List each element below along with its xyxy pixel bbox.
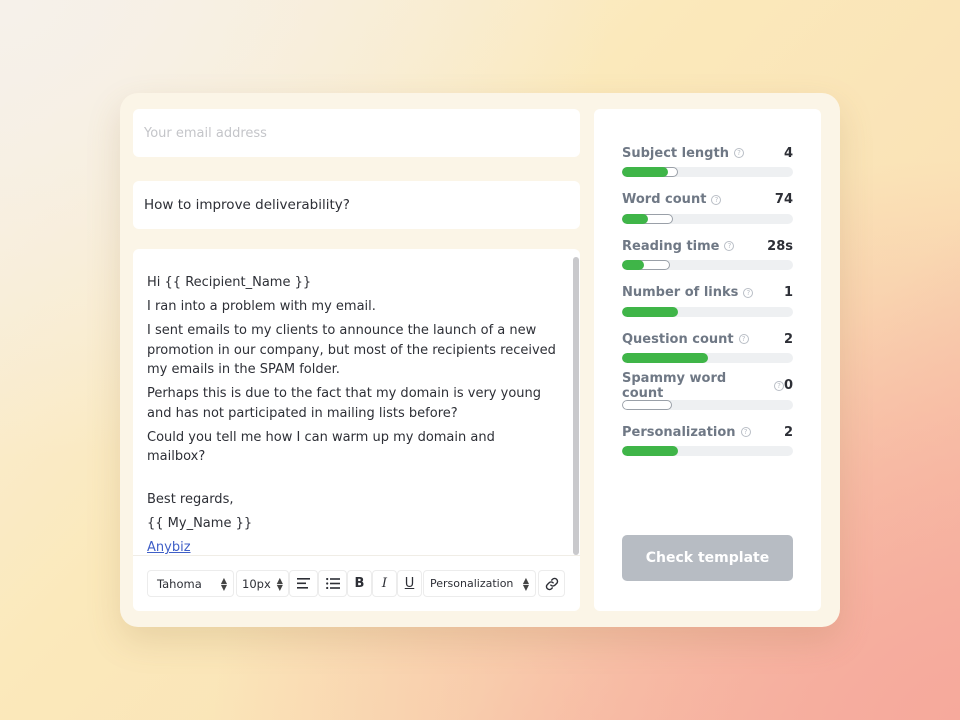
bullet-list-button[interactable] — [318, 570, 347, 597]
help-icon[interactable]: ? — [740, 427, 751, 437]
bold-button[interactable]: B — [347, 570, 372, 597]
body-signoff: Best regards, — [147, 492, 234, 507]
help-icon[interactable]: ? — [774, 380, 784, 391]
help-icon[interactable]: ? — [711, 194, 722, 205]
personalization-value: Personalization — [430, 577, 514, 590]
body-line: Perhaps this is due to the fact that my … — [147, 386, 542, 421]
select-arrows-icon: ▲ ▼ — [220, 575, 227, 592]
body-signature-name: {{ My_Name }} — [147, 516, 253, 531]
metric-progress-bar — [622, 399, 793, 410]
email-field[interactable] — [133, 109, 580, 157]
body-line: I sent emails to my clients to announce … — [147, 323, 556, 377]
metric-value: 0 — [783, 378, 793, 393]
metric-label: Personalization — [622, 424, 736, 440]
email-body-editor[interactable]: Hi {{ Recipient_Name }} I ran into a pro… — [133, 249, 580, 611]
underline-icon: U — [404, 576, 415, 591]
help-icon[interactable]: ? — [733, 148, 744, 158]
personalization-select[interactable]: Personalization ▲ ▼ — [423, 570, 536, 597]
body-greeting: Hi {{ Recipient_Name }} — [147, 275, 312, 290]
metric-label: Word count — [622, 192, 707, 207]
metric-item: Question count? 2 — [622, 330, 793, 363]
metric-item: Spammy word count? 0 — [622, 371, 793, 410]
metric-label: Question count — [622, 331, 734, 347]
metric-value: 2 — [783, 331, 793, 347]
company-link[interactable]: Anybiz — [147, 540, 191, 555]
metric-value: 1 — [783, 285, 793, 300]
body-line: Could you tell me how I can warm up my d… — [147, 429, 495, 465]
progress-fill — [622, 306, 678, 317]
metric-item: Personalization? 2 — [622, 423, 793, 456]
align-left-button[interactable] — [289, 570, 318, 597]
metric-progress-bar — [622, 213, 793, 224]
metric-label: Reading time — [622, 238, 720, 254]
subject-field[interactable]: How to improve deliverability? — [133, 181, 580, 229]
metric-item: Reading time? 28s — [622, 237, 793, 270]
help-icon[interactable]: ? — [724, 241, 735, 251]
email-body[interactable]: Hi {{ Recipient_Name }} I ran into a pro… — [147, 273, 557, 562]
metric-item: Word count? 74 — [622, 191, 793, 224]
metric-label: Number of links — [622, 285, 739, 300]
email-input[interactable] — [144, 125, 580, 141]
help-icon[interactable]: ? — [738, 334, 749, 344]
metric-progress-bar — [622, 353, 793, 363]
progress-fill — [622, 446, 678, 456]
metric-value: 28s — [767, 238, 793, 254]
metric-value: 2 — [783, 424, 793, 440]
metric-label: Spammy word count — [622, 370, 727, 401]
metric-label: Subject length — [622, 145, 729, 161]
font-family-select[interactable]: Tahoma ▲ ▼ — [147, 570, 234, 597]
check-template-button[interactable]: Check template — [622, 535, 793, 581]
align-left-icon — [297, 578, 310, 589]
metrics-panel: Subject length? 4 Word count? 74 Reading tim… — [594, 109, 821, 611]
progress-outline — [622, 399, 672, 410]
bold-icon: B — [354, 576, 365, 591]
link-icon — [545, 577, 558, 590]
font-size-select[interactable]: 10px ▲ ▼ — [236, 570, 289, 597]
metric-progress-bar — [622, 446, 793, 456]
insert-link-button[interactable] — [538, 570, 565, 597]
metric-progress-bar — [622, 260, 793, 270]
underline-button[interactable]: U — [397, 570, 422, 597]
progress-fill — [622, 167, 668, 177]
metric-value: 74 — [774, 192, 793, 207]
select-arrows-icon: ▲ ▼ — [522, 575, 529, 592]
editor-scrollbar[interactable] — [573, 257, 579, 555]
metric-item: Subject length? 4 — [622, 144, 793, 177]
template-checker-card: How to improve deliverability? Hi {{ Rec… — [120, 93, 840, 627]
help-icon[interactable]: ? — [743, 287, 754, 298]
metric-progress-bar — [622, 167, 793, 177]
font-family-value: Tahoma — [157, 576, 202, 591]
font-size-value: 10px — [242, 576, 271, 591]
metric-item: Number of links? 1 — [622, 284, 793, 317]
formatting-toolbar: Tahoma ▲ ▼ 10px ▲ ▼ B I U Personalizatio… — [133, 555, 580, 611]
subject-text[interactable]: How to improve deliverability? — [144, 197, 350, 213]
progress-fill — [622, 353, 708, 363]
progress-fill — [622, 213, 648, 224]
italic-icon: I — [381, 576, 388, 591]
progress-fill — [622, 260, 644, 270]
body-line: I ran into a problem with my email. — [147, 299, 376, 314]
bullet-list-icon — [325, 578, 340, 589]
metric-value: 4 — [783, 145, 793, 161]
select-arrows-icon: ▲ ▼ — [276, 575, 283, 592]
italic-button[interactable]: I — [372, 570, 397, 597]
metric-progress-bar — [622, 306, 793, 317]
